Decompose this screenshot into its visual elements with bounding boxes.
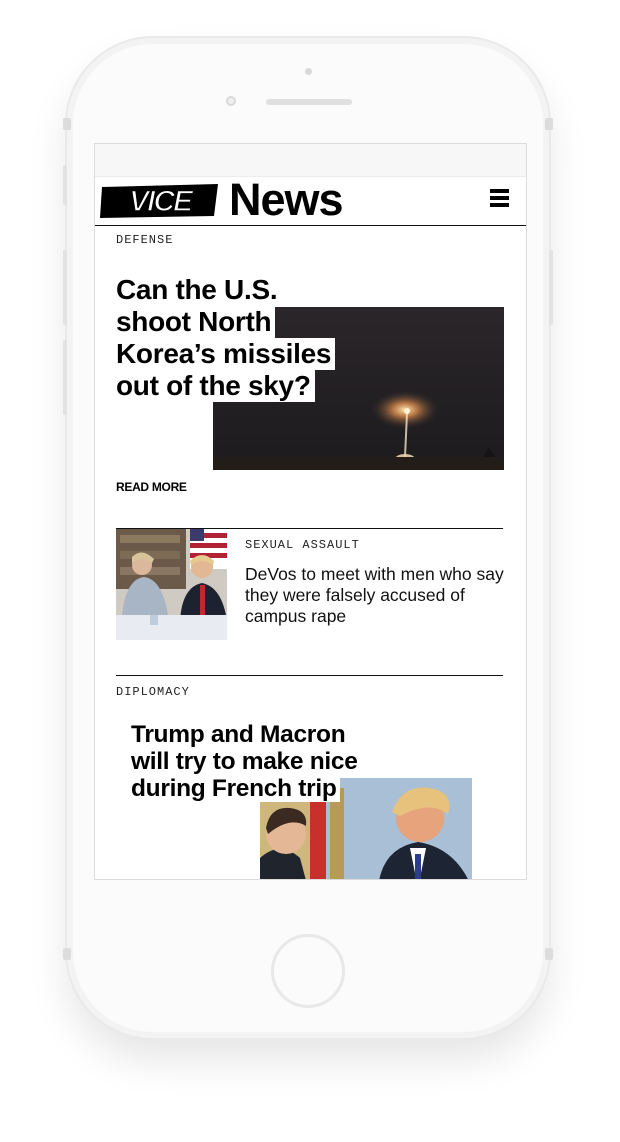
- story-category: DEFENSE: [116, 233, 174, 247]
- menu-bar: [490, 203, 509, 207]
- story-category: DIPLOMACY: [116, 685, 190, 699]
- story-divider: [116, 675, 503, 676]
- story-headline[interactable]: DeVos to meet with men who say they were…: [245, 564, 505, 627]
- antenna-line-top-left: [63, 118, 71, 130]
- hamburger-menu-icon[interactable]: [490, 189, 510, 211]
- menu-bar: [490, 196, 509, 200]
- story-headline[interactable]: Can the U.S. shoot North Korea’s missile…: [116, 274, 336, 402]
- read-more-link[interactable]: READ MORE: [116, 480, 187, 494]
- volume-up-button: [63, 250, 67, 325]
- story-category: SEXUAL ASSAULT: [245, 538, 360, 552]
- logo-section-title: News: [229, 174, 344, 225]
- status-bar: [95, 144, 526, 177]
- earpiece-speaker: [266, 99, 352, 105]
- vice-logo-icon[interactable]: VICE: [98, 181, 222, 221]
- site-header: VICE News: [95, 174, 526, 226]
- proximity-sensor: [305, 68, 312, 75]
- antenna-line-bottom-right: [545, 948, 553, 960]
- phone-screen: VICE News DEFENSE Can the U.S. shoot Nor…: [95, 144, 526, 879]
- headline-line: during French trip: [131, 775, 340, 802]
- headline-line: out of the sky?: [116, 370, 315, 402]
- headline-line: shoot North: [116, 306, 276, 338]
- menu-bar: [490, 189, 509, 193]
- story-thumbnail-meeting[interactable]: [116, 529, 227, 640]
- antenna-line-top-right: [545, 118, 553, 130]
- antenna-line-bottom-left: [63, 948, 71, 960]
- front-camera: [226, 96, 236, 106]
- logo-brand-text: VICE: [129, 185, 194, 218]
- headline-line: Can the U.S.: [116, 274, 282, 306]
- volume-down-button: [63, 340, 67, 415]
- power-button: [549, 250, 553, 325]
- headline-line: will try to make nice: [131, 748, 361, 775]
- home-button[interactable]: [271, 934, 345, 1008]
- story-headline[interactable]: Trump and Macron will try to make nice d…: [131, 721, 361, 802]
- story-divider: [227, 528, 503, 529]
- mute-switch: [63, 165, 67, 205]
- headline-line: Korea’s missiles: [116, 338, 336, 370]
- headline-line: Trump and Macron: [131, 721, 349, 748]
